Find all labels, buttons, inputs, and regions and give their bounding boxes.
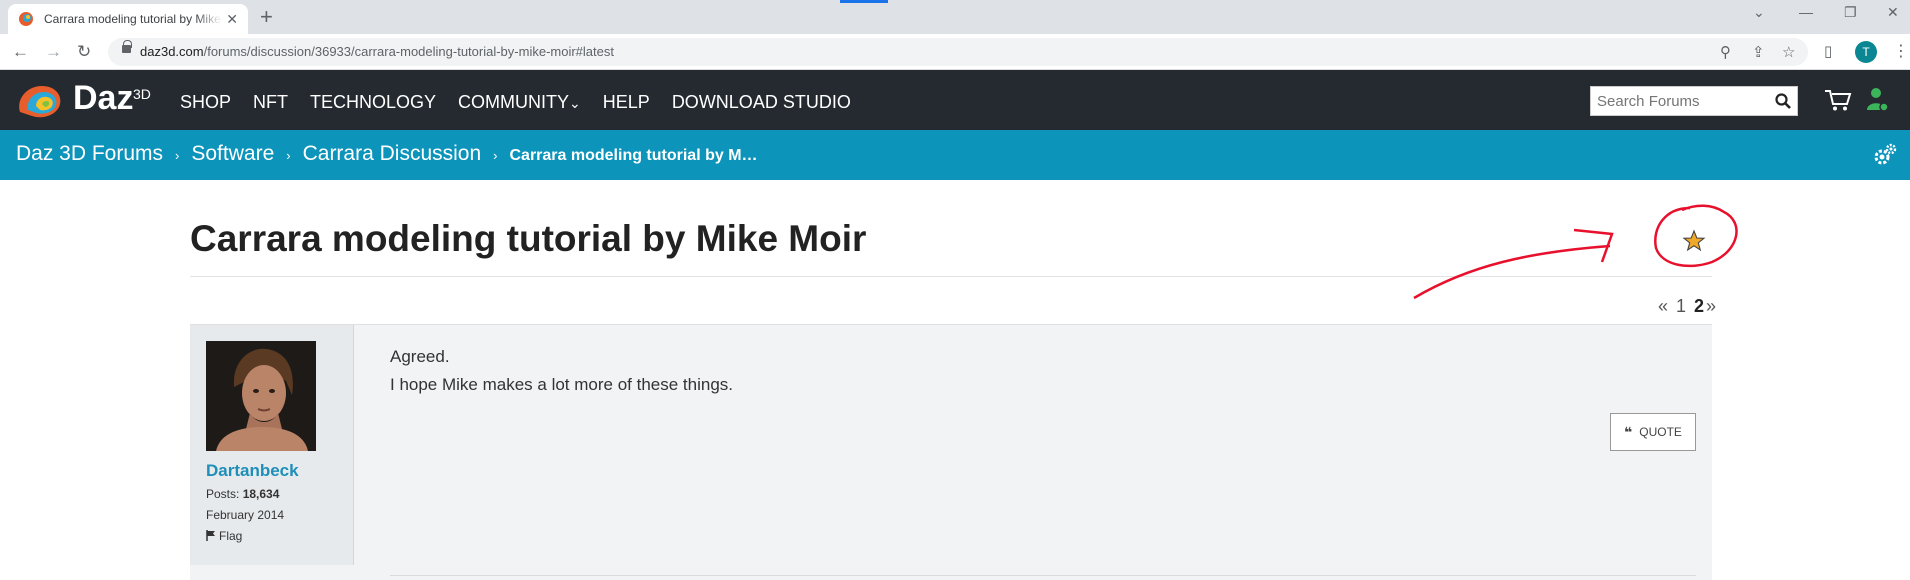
annotation-arrow xyxy=(1413,244,1611,300)
tab-close-icon[interactable]: ✕ xyxy=(226,11,238,28)
tab-title: Carrara modeling tutorial by Mike Moir |… xyxy=(44,12,222,26)
new-tab-button[interactable]: + xyxy=(260,5,273,29)
lock-icon xyxy=(122,40,132,53)
search-input[interactable] xyxy=(1591,87,1761,115)
nav-technology[interactable]: TECHNOLOGY xyxy=(310,92,436,113)
logo-superscript: 3D xyxy=(133,86,151,102)
pagination: « 1 2 » xyxy=(1650,296,1716,317)
daz-favicon-icon xyxy=(19,12,33,26)
breadcrumb-separator: › xyxy=(175,148,180,163)
tab-search-icon[interactable]: ⌄ xyxy=(1753,4,1765,21)
bookmark-star-icon[interactable] xyxy=(1682,229,1706,253)
profile-avatar[interactable]: T xyxy=(1855,41,1877,63)
browser-tab[interactable]: Carrara modeling tutorial by Mike Moir |… xyxy=(8,4,248,34)
close-window-icon[interactable]: ✕ xyxy=(1887,4,1899,21)
loading-indicator xyxy=(840,0,888,3)
forward-icon[interactable]: → xyxy=(45,42,62,62)
breadcrumb-software[interactable]: Software xyxy=(191,142,274,166)
pager-page-2: 2 xyxy=(1694,296,1705,316)
bookmark-page-icon[interactable]: ☆ xyxy=(1782,43,1795,61)
breadcrumb-separator: › xyxy=(286,148,291,163)
quote-icon: ❝ xyxy=(1624,423,1633,440)
site-header: Daz 3D SHOP NFT TECHNOLOGY COMMUNITY⌄ HE… xyxy=(0,70,1910,130)
comment-post: Dartanbeck Posts: 18,634 February 2014 F… xyxy=(190,324,1712,580)
post-line: I hope Mike makes a lot more of these th… xyxy=(390,375,734,394)
nav-help[interactable]: HELP xyxy=(603,92,650,113)
user-account-icon[interactable] xyxy=(1866,86,1888,114)
quote-label: QUOTE xyxy=(1639,425,1682,439)
post-divider xyxy=(390,575,1696,576)
browser-tabstrip: Carrara modeling tutorial by Mike Moir |… xyxy=(0,0,1910,34)
main-nav: SHOP NFT TECHNOLOGY COMMUNITY⌄ HELP DOWN… xyxy=(180,92,873,113)
restore-icon[interactable]: ❐ xyxy=(1844,4,1857,21)
quote-button[interactable]: ❝ QUOTE xyxy=(1610,413,1696,451)
search-icon[interactable] xyxy=(1775,93,1791,109)
post-line: Agreed. xyxy=(390,347,450,366)
avatar[interactable] xyxy=(206,341,316,451)
flag-link[interactable]: Flag xyxy=(206,529,242,543)
breadcrumb-current: Carrara modeling tutorial by M… xyxy=(509,147,758,164)
reload-icon[interactable]: ↻ xyxy=(77,42,91,62)
cart-icon[interactable] xyxy=(1824,88,1852,112)
pager-next[interactable]: » xyxy=(1706,296,1716,317)
annotation-arrowhead xyxy=(1573,228,1614,263)
gear-icon[interactable] xyxy=(1873,143,1897,167)
nav-download-studio[interactable]: DOWNLOAD STUDIO xyxy=(672,92,851,113)
address-bar: ← → ↻ daz3d.com/forums/discussion/36933/… xyxy=(0,34,1910,70)
post-body: Agreed. I hope Mike makes a lot more of … xyxy=(390,343,733,399)
author-name[interactable]: Dartanbeck xyxy=(206,461,299,481)
pager-prev[interactable]: « xyxy=(1658,296,1668,317)
author-post-count: Posts: 18,634 xyxy=(206,487,280,501)
flag-icon xyxy=(206,530,215,541)
author-joined: February 2014 xyxy=(206,508,285,522)
url-text: daz3d.com/forums/discussion/36933/carrar… xyxy=(140,44,614,59)
breadcrumb: Daz 3D Forums › Software › Carrara Discu… xyxy=(0,130,1910,180)
nav-nft[interactable]: NFT xyxy=(253,92,288,113)
sidebar-icon[interactable]: ▯ xyxy=(1824,42,1832,60)
back-icon[interactable]: ← xyxy=(12,42,29,62)
minimize-icon[interactable]: — xyxy=(1799,4,1813,20)
nav-community[interactable]: COMMUNITY⌄ xyxy=(458,92,581,113)
breadcrumb-separator: › xyxy=(493,148,498,163)
zoom-icon[interactable]: ⚲ xyxy=(1720,43,1731,61)
nav-shop[interactable]: SHOP xyxy=(180,92,231,113)
forum-search xyxy=(1590,86,1798,116)
author-panel: Dartanbeck Posts: 18,634 February 2014 F… xyxy=(190,325,354,565)
browser-menu-icon[interactable]: ⋮ xyxy=(1893,41,1909,61)
chevron-down-icon: ⌄ xyxy=(569,95,581,111)
breadcrumb-forums[interactable]: Daz 3D Forums xyxy=(16,142,163,166)
breadcrumb-trail: Daz 3D Forums › Software › Carrara Discu… xyxy=(16,142,758,166)
pager-page-1[interactable]: 1 xyxy=(1676,296,1686,317)
page-title: Carrara modeling tutorial by Mike Moir xyxy=(190,218,867,259)
daz-logo-icon[interactable] xyxy=(14,82,66,120)
url-field[interactable]: daz3d.com/forums/discussion/36933/carrar… xyxy=(108,38,1808,66)
logo-text[interactable]: Daz xyxy=(73,79,133,118)
share-icon[interactable]: ⇪ xyxy=(1752,43,1765,61)
breadcrumb-carrara-discussion[interactable]: Carrara Discussion xyxy=(303,142,482,166)
title-divider xyxy=(190,276,1712,277)
